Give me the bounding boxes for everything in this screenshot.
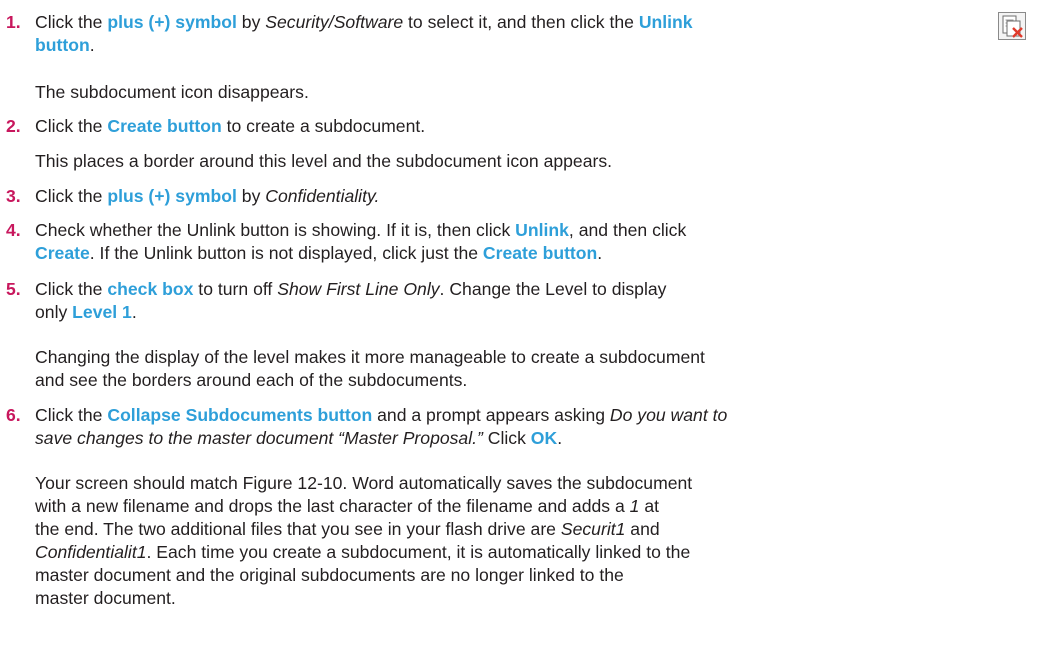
highlight-term: Unlink xyxy=(638,12,693,32)
text-run: , and then click xyxy=(568,220,687,240)
text-run: . Each time you create a subdocument, it… xyxy=(146,542,691,562)
highlight-term: Create button xyxy=(482,243,598,263)
italic-term: Show First Line Only xyxy=(277,279,440,299)
highlight-term: Unlink xyxy=(515,220,569,240)
text-run: . Change the Level to display xyxy=(439,279,667,299)
italic-term: Security/Software xyxy=(265,12,404,32)
text-run: to create a subdocument. xyxy=(221,116,426,136)
highlight-term: OK xyxy=(530,428,558,448)
highlight-term: Collapse Subdocuments button xyxy=(107,405,373,425)
highlight-term: check box xyxy=(107,279,194,299)
step-line: Check whether the Unlink button is showi… xyxy=(35,219,1040,242)
italic-term: save changes to the master document “Mas… xyxy=(35,428,483,448)
highlight-term: plus (+) symbol xyxy=(107,186,237,206)
italic-term: 1 xyxy=(629,496,640,516)
text-run: Click the xyxy=(35,186,108,206)
text-run: with a new filename and drops the last c… xyxy=(35,496,630,516)
step-line: Click the check box to turn off Show Fir… xyxy=(35,278,1040,301)
text-run: by xyxy=(236,186,266,206)
highlight-term: Create button xyxy=(107,116,222,136)
note-line: master document and the original subdocu… xyxy=(35,565,624,585)
text-run: to select it, and then click the xyxy=(403,12,639,32)
step-line: Create. If the Unlink button is not disp… xyxy=(35,242,1040,265)
step-text: Click the plus (+) symbol by Security/So… xyxy=(35,11,1040,57)
unlink-button-icon xyxy=(998,12,1026,40)
text-run: Click xyxy=(482,428,531,448)
text-run: only xyxy=(35,302,73,322)
step-number: 1. xyxy=(6,12,21,32)
text-run: by xyxy=(236,12,266,32)
step-text: Click the check box to turn off Show Fir… xyxy=(35,278,1040,324)
text-run: the end. The two additional files that y… xyxy=(35,519,561,539)
step-text: Click the Collapse Subdocuments button a… xyxy=(35,404,1040,450)
step-number: 4. xyxy=(6,220,21,240)
note-line: the end. The two additional files that y… xyxy=(35,518,1025,541)
step-text: Click the Create button to create a subd… xyxy=(35,115,1040,138)
highlight-term: Create xyxy=(35,243,90,263)
highlight-term: plus (+) symbol xyxy=(107,12,237,32)
text-run: Click the xyxy=(35,116,108,136)
step-line: Click the plus (+) symbol by Security/So… xyxy=(35,11,1040,34)
text-run: Click the xyxy=(35,12,108,32)
text-run: at xyxy=(639,496,659,516)
step-line: Click the Collapse Subdocuments button a… xyxy=(35,404,1040,427)
note-paragraph: Changing the display of the level makes … xyxy=(35,346,1025,392)
text-run: Click the xyxy=(35,405,108,425)
text-run: . xyxy=(597,243,603,263)
instruction-page: 1. Click the plus (+) symbol by Security… xyxy=(0,0,1053,663)
note-line: with a new filename and drops the last c… xyxy=(35,495,1025,518)
note-line: Your screen should match Figure 12-10. W… xyxy=(35,473,693,493)
step-text: Check whether the Unlink button is showi… xyxy=(35,219,1040,265)
step-text: Click the plus (+) symbol by Confidentia… xyxy=(35,185,1040,208)
step-number: 5. xyxy=(6,279,21,299)
note-line: master document. xyxy=(35,588,176,608)
step-line: only Level 1. xyxy=(35,301,1040,324)
text-run: . xyxy=(89,35,95,55)
text-run: Check whether the Unlink button is showi… xyxy=(35,220,516,240)
step-line: save changes to the master document “Mas… xyxy=(35,427,1040,450)
note-line: Changing the display of the level makes … xyxy=(35,347,705,367)
step-line: button. xyxy=(35,34,1040,57)
step-number: 6. xyxy=(6,405,21,425)
text-run: Click the xyxy=(35,279,108,299)
text-run: to turn off xyxy=(193,279,278,299)
highlight-term: button xyxy=(35,35,90,55)
note-paragraph: The subdocument icon disappears. xyxy=(35,82,309,102)
step-number: 3. xyxy=(6,186,21,206)
highlight-term: Level 1 xyxy=(72,302,132,322)
text-run: . xyxy=(131,302,137,322)
text-run: . If the Unlink button is not displayed,… xyxy=(89,243,483,263)
text-run: and a prompt appears asking xyxy=(372,405,610,425)
step-number: 2. xyxy=(6,116,21,136)
step-line: Click the Create button to create a subd… xyxy=(35,115,1040,138)
italic-term: Confidentialit1 xyxy=(35,542,147,562)
italic-term: Do you want to xyxy=(609,405,728,425)
italic-term: Confidentiality. xyxy=(265,186,380,206)
text-run: . xyxy=(557,428,563,448)
note-line: Confidentialit1. Each time you create a … xyxy=(35,541,1025,564)
text-run: and xyxy=(625,519,660,539)
step-line: Click the plus (+) symbol by Confidentia… xyxy=(35,185,1040,208)
note-paragraph: Your screen should match Figure 12-10. W… xyxy=(35,472,1025,610)
italic-term: Securit1 xyxy=(560,519,626,539)
note-paragraph: This places a border around this level a… xyxy=(35,151,613,171)
note-line: and see the borders around each of the s… xyxy=(35,370,468,390)
